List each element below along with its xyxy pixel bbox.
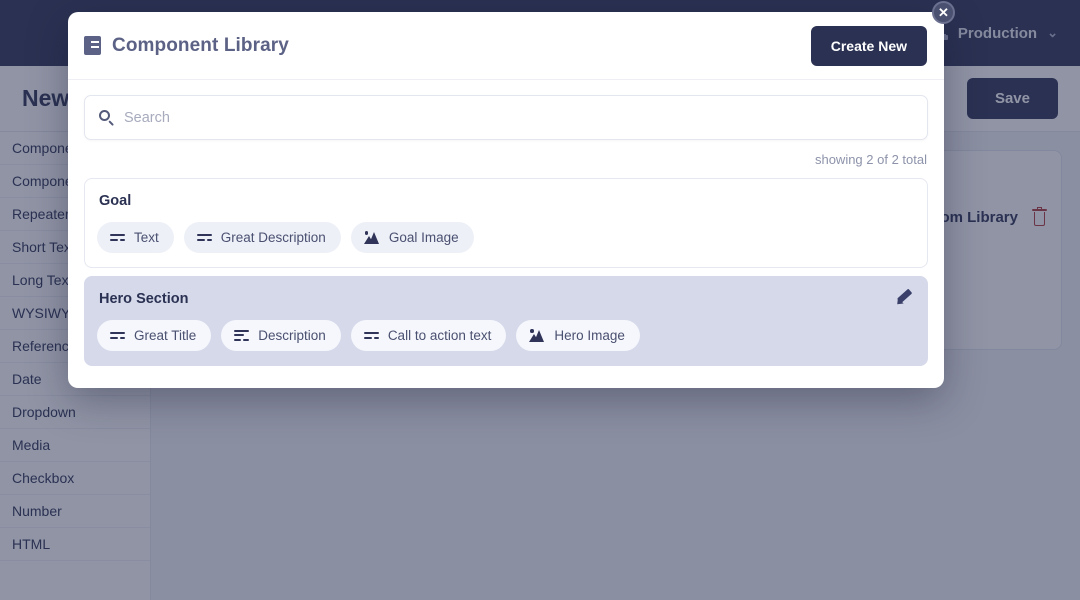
field-chip-label: Goal Image (388, 230, 459, 245)
create-new-button[interactable]: Create New (810, 25, 927, 66)
search-icon (99, 110, 114, 126)
field-chip-label: Description (258, 328, 326, 343)
long-text-icon (234, 329, 250, 342)
short-text-icon (196, 233, 212, 243)
result-count: showing 2 of 2 total (814, 152, 927, 167)
book-icon (84, 36, 101, 55)
component-library-modal: Component Library Create New showing 2 o… (68, 12, 944, 388)
field-chip-call-to-action-text[interactable]: Call to action text (350, 320, 507, 351)
field-chip-great-title[interactable]: Great Title (97, 320, 212, 351)
component-fields: Text Great Description Goal Image (97, 222, 913, 253)
field-chip-label: Great Title (134, 328, 197, 343)
modal-header: Component Library Create New (68, 12, 944, 80)
component-card-hero-section[interactable]: Hero Section Great Title Description Cal… (84, 276, 928, 366)
short-text-icon (110, 331, 125, 341)
component-fields: Great Title Description Call to action t… (97, 320, 913, 351)
field-chip-label: Hero Image (554, 328, 625, 343)
field-chip-label: Call to action text (387, 328, 492, 343)
search-input[interactable] (124, 109, 913, 126)
modal-title-wrap: Component Library (84, 35, 289, 57)
field-chip-great-description[interactable]: Great Description (183, 222, 341, 253)
short-text-icon (110, 233, 125, 243)
component-name: Hero Section (99, 291, 189, 307)
search-bar[interactable] (84, 95, 928, 140)
field-chip-text[interactable]: Text (97, 222, 174, 253)
field-chip-label: Great Description (220, 230, 326, 245)
component-card-goal[interactable]: Goal Text Great Description Goal Image (84, 178, 928, 268)
short-text-icon (363, 331, 379, 341)
component-name: Goal (99, 193, 132, 209)
image-icon (363, 231, 380, 244)
field-chip-hero-image[interactable]: Hero Image (516, 320, 640, 351)
modal-title: Component Library (112, 34, 289, 56)
field-chip-label: Text (134, 230, 159, 245)
close-modal-button[interactable]: ✕ (932, 1, 955, 24)
modal-body: showing 2 of 2 total Goal Text Great Des… (68, 80, 944, 366)
image-icon (529, 329, 545, 342)
edit-component-button[interactable] (894, 287, 917, 309)
field-chip-goal-image[interactable]: Goal Image (350, 222, 474, 253)
field-chip-description[interactable]: Description (221, 320, 341, 351)
